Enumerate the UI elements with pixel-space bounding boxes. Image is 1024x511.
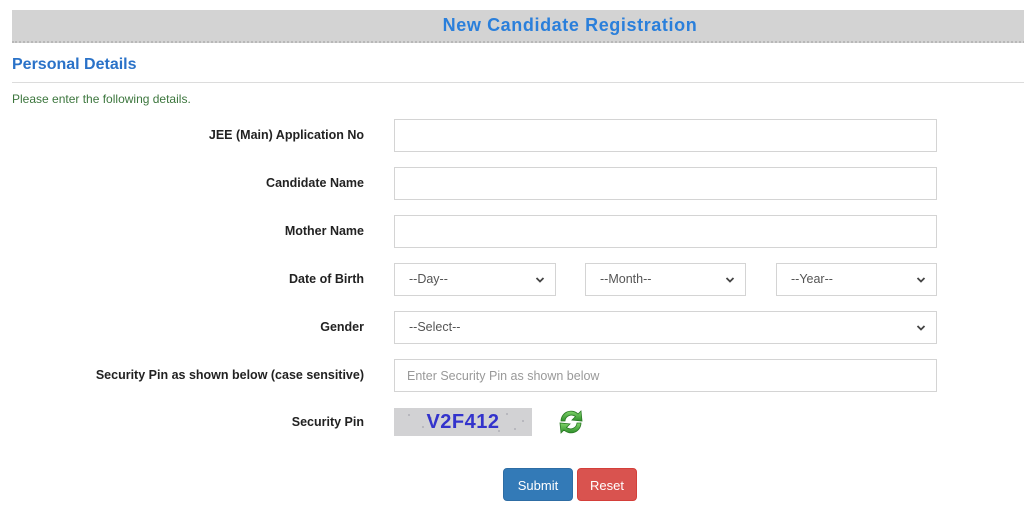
chevron-down-icon [725, 277, 735, 283]
security-pin-input[interactable] [394, 359, 937, 392]
dob-year-select[interactable]: --Year-- [776, 263, 937, 296]
dob-year-value: --Year-- [791, 272, 833, 286]
reset-button[interactable]: Reset [577, 468, 637, 501]
chevron-down-icon [916, 325, 926, 331]
application-no-input[interactable] [394, 119, 937, 152]
section-divider [12, 82, 1024, 83]
dob-day-select[interactable]: --Day-- [394, 263, 556, 296]
captcha-image: V2F412 [394, 408, 532, 436]
header-bar: New Candidate Registration [12, 10, 1024, 43]
gender-select[interactable]: --Select-- [394, 311, 937, 344]
row-security-pin: Security Pin V2F412 [0, 404, 1024, 440]
security-pin-label: Security Pin [291, 415, 364, 429]
application-no-label: JEE (Main) Application No [208, 128, 364, 142]
chevron-down-icon [535, 277, 545, 283]
candidate-name-input[interactable] [394, 167, 937, 200]
dob-month-value: --Month-- [600, 272, 652, 286]
dob-label: Date of Birth [289, 272, 364, 286]
mother-name-label: Mother Name [284, 224, 364, 238]
row-security-pin-input: Security Pin as shown below (case sensit… [0, 359, 1024, 392]
page-title: New Candidate Registration [442, 15, 698, 35]
row-gender: Gender --Select-- [0, 311, 1024, 344]
candidate-name-label: Candidate Name [266, 176, 364, 190]
registration-page: New Candidate Registration Personal Deta… [0, 0, 1024, 511]
row-date-of-birth: Date of Birth --Day-- --Month-- --Year-- [0, 263, 1024, 296]
row-mother-name: Mother Name [0, 215, 1024, 248]
mother-name-input[interactable] [394, 215, 937, 248]
row-application-no: JEE (Main) Application No [0, 119, 1024, 152]
captcha-text: V2F412 [426, 411, 500, 433]
gender-label: Gender [320, 320, 364, 334]
intro-text: Please enter the following details. [12, 92, 191, 106]
dob-day-value: --Day-- [409, 272, 448, 286]
section-title: Personal Details [12, 56, 137, 73]
submit-button[interactable]: Submit [503, 468, 573, 501]
dob-month-select[interactable]: --Month-- [585, 263, 746, 296]
gender-value: --Select-- [409, 320, 461, 334]
security-pin-input-label: Security Pin as shown below (case sensit… [95, 368, 364, 382]
row-candidate-name: Candidate Name [0, 167, 1024, 200]
chevron-down-icon [916, 277, 926, 283]
refresh-icon[interactable] [555, 406, 587, 438]
